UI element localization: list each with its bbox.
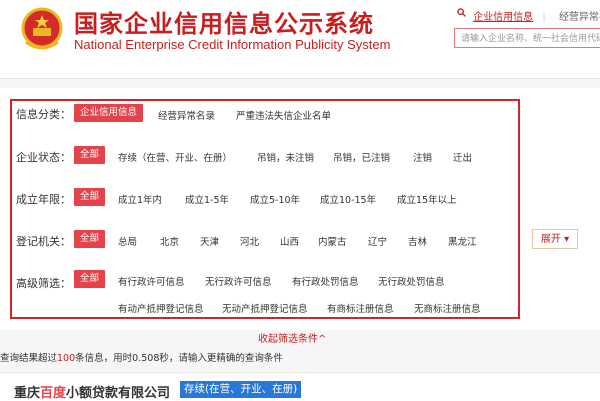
filter-label-years: 成立年限： bbox=[16, 193, 71, 206]
filter-label-category: 信息分类： bbox=[16, 108, 71, 121]
filter-status-moved-out[interactable]: 迁出 bbox=[453, 150, 472, 164]
filter-advanced-has-mortgage[interactable]: 有动产抵押登记信息 bbox=[118, 301, 204, 315]
site-subtitle: National Enterprise Credit Information P… bbox=[74, 37, 391, 52]
search-input[interactable]: 请输入企业名称、统一社会信用代码 bbox=[454, 28, 600, 48]
filter-category-abnormal[interactable]: 经营异常名录 bbox=[158, 108, 215, 122]
filter-label-status: 企业状态： bbox=[16, 151, 71, 164]
result-suffix: 秒，请输入更精确的查询条件 bbox=[159, 353, 283, 364]
filter-years-5-10[interactable]: 成立5-10年 bbox=[250, 192, 300, 206]
filter-status-revoked-not-cancelled[interactable]: 吊销，未注销 bbox=[257, 150, 314, 164]
company-name-link[interactable]: 重庆百度小额贷款有限公司 bbox=[14, 382, 170, 401]
site-title: 国家企业信用信息公示系统 bbox=[74, 10, 374, 38]
filter-authority-hebei[interactable]: 河北 bbox=[240, 234, 259, 248]
result-prefix: 查询结果超过 bbox=[0, 353, 58, 364]
filter-years-over-15[interactable]: 成立15年以上 bbox=[397, 192, 457, 206]
filter-advanced-has-penalty[interactable]: 有行政处罚信息 bbox=[292, 274, 359, 288]
filter-authority-liaoning[interactable]: 辽宁 bbox=[368, 234, 387, 248]
filter-years-10-15[interactable]: 成立10-15年 bbox=[320, 192, 376, 206]
filter-status-all[interactable]: 全部 bbox=[74, 146, 106, 164]
company-name-highlight: 百度 bbox=[40, 386, 67, 401]
filter-advanced-all[interactable]: 全部 bbox=[74, 270, 106, 288]
filter-label-advanced: 高级筛选： bbox=[16, 277, 71, 290]
chevron-up-icon: ^ bbox=[318, 334, 327, 345]
filter-authority-shanxi[interactable]: 山西 bbox=[280, 234, 299, 248]
collapse-filters-label: 收起筛选条件 bbox=[258, 334, 318, 345]
company-name-part: 小额贷款有限公司 bbox=[66, 386, 171, 401]
link-credit-info[interactable]: 企业信用信息 bbox=[473, 12, 533, 23]
expand-button[interactable]: 展开 ▾ bbox=[532, 229, 578, 249]
company-name-part: 重庆 bbox=[14, 386, 41, 401]
filter-advanced-no-trademark[interactable]: 无商标注册信息 bbox=[414, 301, 481, 315]
filter-authority-all[interactable]: 全部 bbox=[74, 230, 106, 248]
collapse-filters-link[interactable]: 收起筛选条件^ bbox=[258, 330, 326, 345]
result-summary: 查询结果超过100条信息，用时0.508秒，请输入更精确的查询条件 bbox=[0, 350, 283, 364]
filter-advanced-no-mortgage[interactable]: 无动产抵押登记信息 bbox=[222, 301, 308, 315]
filter-advanced-no-penalty[interactable]: 无行政处罚信息 bbox=[378, 274, 445, 288]
filter-authority-saic[interactable]: 总局 bbox=[118, 234, 137, 248]
status-badge: 存续(在营、开业、在册) bbox=[180, 381, 302, 398]
filter-status-cancelled[interactable]: 注销 bbox=[413, 150, 432, 164]
filter-status-active[interactable]: 存续（在营、开业、在册） bbox=[118, 150, 232, 164]
filter-status-revoked-cancelled[interactable]: 吊销，已注销 bbox=[333, 150, 390, 164]
filter-category-credit-info[interactable]: 企业信用信息 bbox=[74, 104, 144, 122]
filter-authority-beijing[interactable]: 北京 bbox=[160, 234, 179, 248]
filter-advanced-has-license[interactable]: 有行政许可信息 bbox=[118, 274, 185, 288]
result-count: 100 bbox=[57, 353, 76, 364]
filter-category-blacklist[interactable]: 严重违法失信企业名单 bbox=[236, 108, 331, 122]
filter-advanced-has-trademark[interactable]: 有商标注册信息 bbox=[327, 301, 394, 315]
filter-authority-heilongjiang[interactable]: 黑龙江 bbox=[448, 234, 477, 248]
filter-years-1-5[interactable]: 成立1-5年 bbox=[185, 192, 229, 206]
filter-authority-inner-mongolia[interactable]: 内蒙古 bbox=[318, 234, 347, 248]
filter-advanced-no-license[interactable]: 无行政许可信息 bbox=[205, 274, 272, 288]
result-middle: 条信息，用时 bbox=[75, 353, 133, 364]
national-emblem-icon bbox=[21, 7, 63, 50]
link-abnormal-list[interactable]: 经营异常名 bbox=[559, 12, 600, 23]
filter-years-all[interactable]: 全部 bbox=[74, 188, 106, 206]
filter-authority-jilin[interactable]: 吉林 bbox=[408, 234, 427, 248]
expand-button-label: 展开 bbox=[540, 234, 561, 245]
filter-years-under-1[interactable]: 成立1年内 bbox=[118, 192, 162, 206]
filter-label-authority: 登记机关： bbox=[16, 235, 71, 248]
result-time: 0.508 bbox=[132, 353, 160, 364]
filter-authority-tianjin[interactable]: 天津 bbox=[200, 234, 219, 248]
top-links: 企业信用信息 | 经营异常名 bbox=[456, 8, 600, 23]
chevron-down-icon: ▾ bbox=[564, 234, 570, 245]
